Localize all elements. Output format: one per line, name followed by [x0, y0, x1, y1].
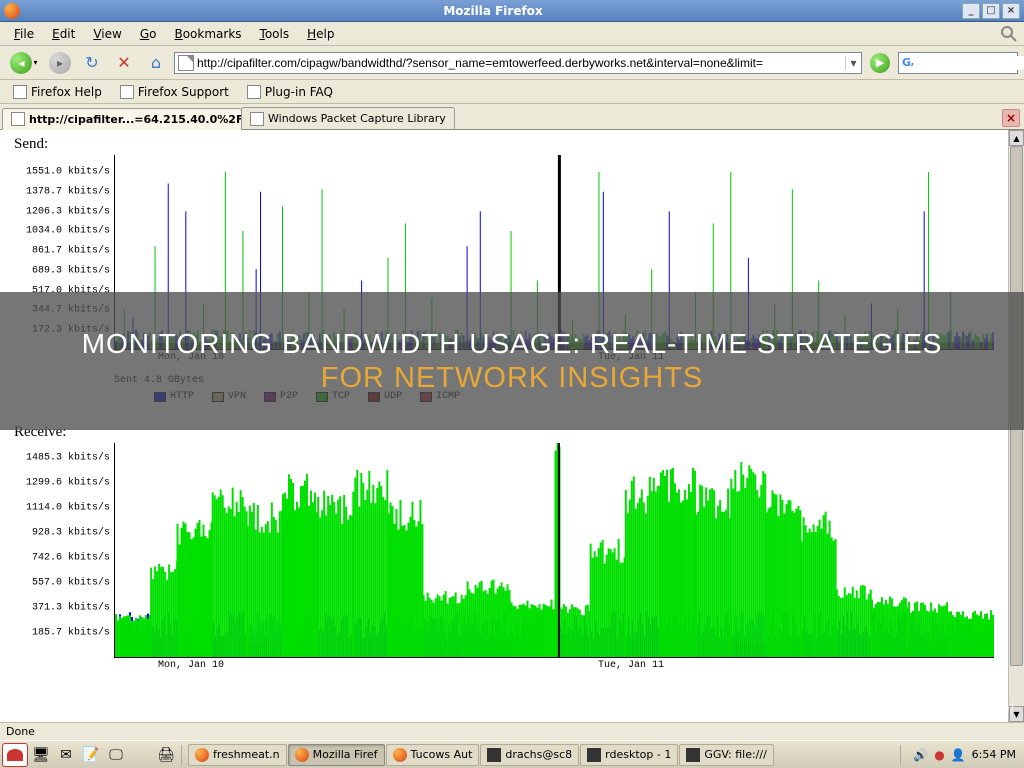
terminal-icon	[487, 748, 501, 762]
menu-tools[interactable]: Tools	[252, 25, 298, 43]
send-chart-label: Send:	[0, 130, 1008, 155]
receive-xlabels: Mon, Jan 10Tue, Jan 11	[114, 660, 994, 678]
menu-edit[interactable]: Edit	[44, 25, 83, 43]
receive-yaxis: 185.7 kbits/s371.3 kbits/s557.0 kbits/s7…	[14, 443, 114, 658]
ql-email[interactable]: ✉	[54, 743, 78, 767]
task-buttons: freshmeat.nMozilla FirefTucows Autdrachs…	[188, 744, 897, 766]
system-tray: 🔊 ● 👤 6:54 PM	[907, 748, 1022, 762]
page-icon	[178, 55, 194, 71]
task-button[interactable]: GGV: file:///	[679, 744, 773, 766]
close-window-button[interactable]: ×	[1002, 3, 1020, 19]
start-button[interactable]	[2, 743, 28, 767]
taskbar: 🖥 ✉ 📝 🖵 🖨 freshmeat.nMozilla FirefTucows…	[0, 740, 1024, 768]
home-button[interactable]: ⌂	[142, 49, 170, 77]
page-icon	[247, 85, 261, 99]
firefox-icon	[4, 3, 20, 19]
url-input[interactable]	[197, 53, 845, 73]
tab-winpcap[interactable]: Windows Packet Capture Library	[241, 107, 455, 129]
menu-file[interactable]: File	[6, 25, 42, 43]
nav-toolbar: ◂▾ ▸ ↻ ✕ ⌂ ▾ ▶ G⸴	[0, 46, 1024, 80]
minimize-button[interactable]: _	[962, 3, 980, 19]
maximize-button[interactable]: □	[982, 3, 1000, 19]
stop-button[interactable]: ✕	[110, 49, 138, 77]
window-titlebar: Mozilla Firefox _ □ ×	[0, 0, 1024, 22]
tab-close-button[interactable]: ×	[1002, 109, 1020, 127]
go-button[interactable]: ▶	[870, 53, 890, 73]
tray-volume-icon[interactable]: 🔊	[913, 748, 928, 762]
status-bar: Done	[0, 722, 1024, 740]
page-icon	[250, 112, 264, 126]
google-icon: G⸴	[902, 55, 914, 71]
menu-view[interactable]: View	[85, 25, 129, 43]
terminal-icon	[686, 748, 700, 762]
url-dropdown-icon[interactable]: ▾	[845, 56, 861, 70]
bookmark-firefox-help[interactable]: Firefox Help	[6, 82, 109, 102]
firefox-icon	[195, 748, 209, 762]
page-icon	[11, 112, 25, 126]
page-icon	[13, 85, 27, 99]
bookmark-plugin-faq[interactable]: Plug-in FAQ	[240, 82, 340, 102]
ql-terminal[interactable]: 🖥	[29, 743, 53, 767]
page-icon	[120, 85, 134, 99]
bookmark-firefox-support[interactable]: Firefox Support	[113, 82, 236, 102]
article-overlay: MONITORING BANDWIDTH USAGE: REAL-TIME ST…	[0, 292, 1024, 430]
search-input[interactable]	[917, 56, 1024, 70]
firefox-icon	[295, 748, 309, 762]
firefox-icon	[393, 748, 407, 762]
bookmark-toolbar: Firefox Help Firefox Support Plug-in FAQ	[0, 80, 1024, 104]
receive-plot	[114, 443, 994, 658]
overlay-line2: FOR NETWORK INSIGHTS	[321, 362, 704, 395]
ql-print[interactable]: 🖨	[154, 743, 178, 767]
task-button[interactable]: Mozilla Firef	[288, 744, 385, 766]
menu-bar: File Edit View Go Bookmarks Tools Help	[0, 22, 1024, 46]
forward-button[interactable]: ▸	[46, 49, 74, 77]
watermark: ShunDigital	[927, 700, 1014, 718]
tab-strip: http://cipafilter...=64.215.40.0%2F24 Wi…	[0, 104, 1024, 130]
clock: 6:54 PM	[972, 748, 1016, 761]
receive-chart: 185.7 kbits/s371.3 kbits/s557.0 kbits/s7…	[14, 443, 994, 698]
url-bar[interactable]: ▾	[174, 52, 862, 74]
task-button[interactable]: rdesktop - 1	[580, 744, 678, 766]
task-button[interactable]: Tucows Aut	[386, 744, 480, 766]
window-title: Mozilla Firefox	[24, 4, 962, 18]
reload-button[interactable]: ↻	[78, 49, 106, 77]
ql-editor[interactable]: 📝	[79, 743, 103, 767]
status-text: Done	[6, 725, 1018, 738]
tray-user-icon[interactable]: 👤	[951, 748, 966, 762]
task-button[interactable]: freshmeat.n	[188, 744, 287, 766]
overlay-line1: MONITORING BANDWIDTH USAGE: REAL-TIME ST…	[82, 328, 943, 360]
task-button[interactable]: drachs@sc8	[480, 744, 579, 766]
tray-alert-icon[interactable]: ●	[934, 748, 944, 762]
terminal-icon	[587, 748, 601, 762]
throbber-icon	[1000, 25, 1018, 43]
search-bar[interactable]: G⸴	[898, 52, 1018, 74]
back-button[interactable]: ◂▾	[6, 49, 42, 77]
menu-bookmarks[interactable]: Bookmarks	[166, 25, 249, 43]
tab-cipafilter[interactable]: http://cipafilter...=64.215.40.0%2F24	[2, 108, 242, 130]
scroll-up-icon[interactable]: ▲	[1009, 130, 1024, 146]
ql-desktop[interactable]: 🖵	[104, 743, 128, 767]
menu-help[interactable]: Help	[299, 25, 342, 43]
redhat-icon	[7, 749, 23, 761]
ql-firefox[interactable]	[129, 743, 153, 767]
menu-go[interactable]: Go	[132, 25, 165, 43]
